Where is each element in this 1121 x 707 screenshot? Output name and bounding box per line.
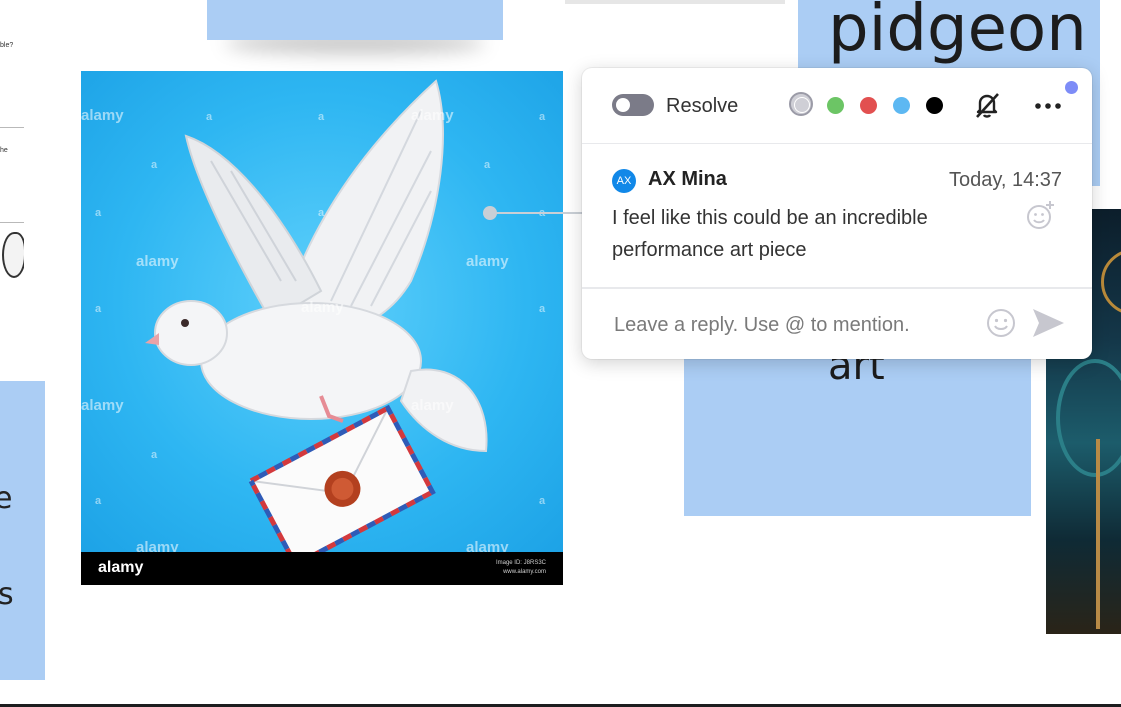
reply-input[interactable]	[612, 309, 966, 341]
watermark: alamy	[411, 107, 454, 124]
watermark-small: a	[539, 111, 546, 123]
color-swatch-gray[interactable]	[789, 92, 813, 116]
dove-illustration	[145, 79, 488, 569]
sticky-shadow	[565, 0, 785, 4]
watermark: alamy	[81, 397, 124, 414]
comment-timestamp: Today, 14:37	[948, 169, 1062, 191]
more-options-icon[interactable]	[1030, 90, 1066, 120]
comment-author: AX Mina	[648, 168, 727, 190]
document-snippet: he	[0, 147, 8, 154]
watermark-small: a	[95, 207, 102, 219]
watermark: alamy	[81, 107, 124, 124]
watermark-small: a	[318, 207, 325, 219]
reply-area	[582, 289, 1092, 359]
comment-pin[interactable]	[483, 206, 497, 220]
watermark-small: a	[95, 303, 102, 315]
watermark: alamy	[136, 253, 179, 270]
image-footer-brand: alamy	[98, 559, 144, 576]
watermark-small: a	[539, 303, 546, 315]
divider	[0, 127, 24, 128]
painting-ornament	[1101, 249, 1121, 315]
notification-dot	[1065, 81, 1078, 94]
watermark-small: a	[539, 495, 546, 507]
divider	[0, 222, 24, 223]
bell-off-icon[interactable]	[972, 90, 1002, 120]
sticky-note-top[interactable]	[207, 0, 503, 40]
dove-stock-image[interactable]: alamy alamy alamy alamy alamy alamy alam…	[81, 71, 563, 585]
resolve-label: Resolve	[666, 95, 739, 117]
send-icon[interactable]	[1030, 306, 1066, 340]
toggle-knob	[616, 98, 630, 112]
watermark-small: a	[484, 159, 491, 171]
image-id-text: Image ID: J8RS3C	[495, 560, 546, 566]
watermark: alamy	[466, 253, 509, 270]
color-swatch-black[interactable]	[926, 97, 943, 114]
sticky-text: s	[0, 577, 14, 612]
image-url-text: www.alamy.com	[503, 569, 546, 575]
add-reaction-icon[interactable]	[1025, 199, 1057, 231]
painting-swirl	[1056, 359, 1121, 477]
comment-connector	[490, 212, 582, 214]
watermark-small: a	[206, 111, 213, 123]
watermark-small: a	[95, 495, 102, 507]
watermark-small: a	[318, 111, 325, 123]
partial-document[interactable]: ble? he	[0, 32, 24, 332]
color-swatch-blue[interactable]	[893, 97, 910, 114]
document-snippet: ble?	[0, 42, 14, 49]
cartoon-face-icon	[2, 232, 24, 278]
painting-staff	[1096, 439, 1100, 629]
resolve-toggle[interactable]	[612, 94, 654, 116]
color-swatch-green[interactable]	[827, 97, 844, 114]
avatar: AX	[612, 169, 636, 193]
comment-thread: AX AX Mina Today, 14:37 I feel like this…	[582, 144, 1092, 289]
image-footer: alamy Image ID: J8RS3C www.alamy.com	[81, 552, 563, 585]
watermark-small: a	[151, 159, 158, 171]
emoji-icon[interactable]	[985, 307, 1017, 339]
comment-toolbar: Resolve	[582, 68, 1092, 144]
comment-body: I feel like this could be an incredible …	[612, 207, 928, 261]
comment-panel: Resolve AX AX Mina Today, 14:37 I feel l…	[582, 68, 1092, 359]
sticky-note-left[interactable]: e s	[0, 381, 45, 680]
watermark: alamy	[411, 397, 454, 414]
image-footer-id: Image ID: J8RS3C www.alamy.com	[496, 559, 546, 577]
color-swatch-red[interactable]	[860, 97, 877, 114]
watermark: alamy	[301, 299, 344, 316]
sticky-text: pidgeon	[828, 0, 1087, 66]
watermark-small: a	[151, 449, 158, 461]
sticky-text: e	[0, 481, 13, 516]
sticky-note-art[interactable]: art	[684, 345, 1031, 516]
